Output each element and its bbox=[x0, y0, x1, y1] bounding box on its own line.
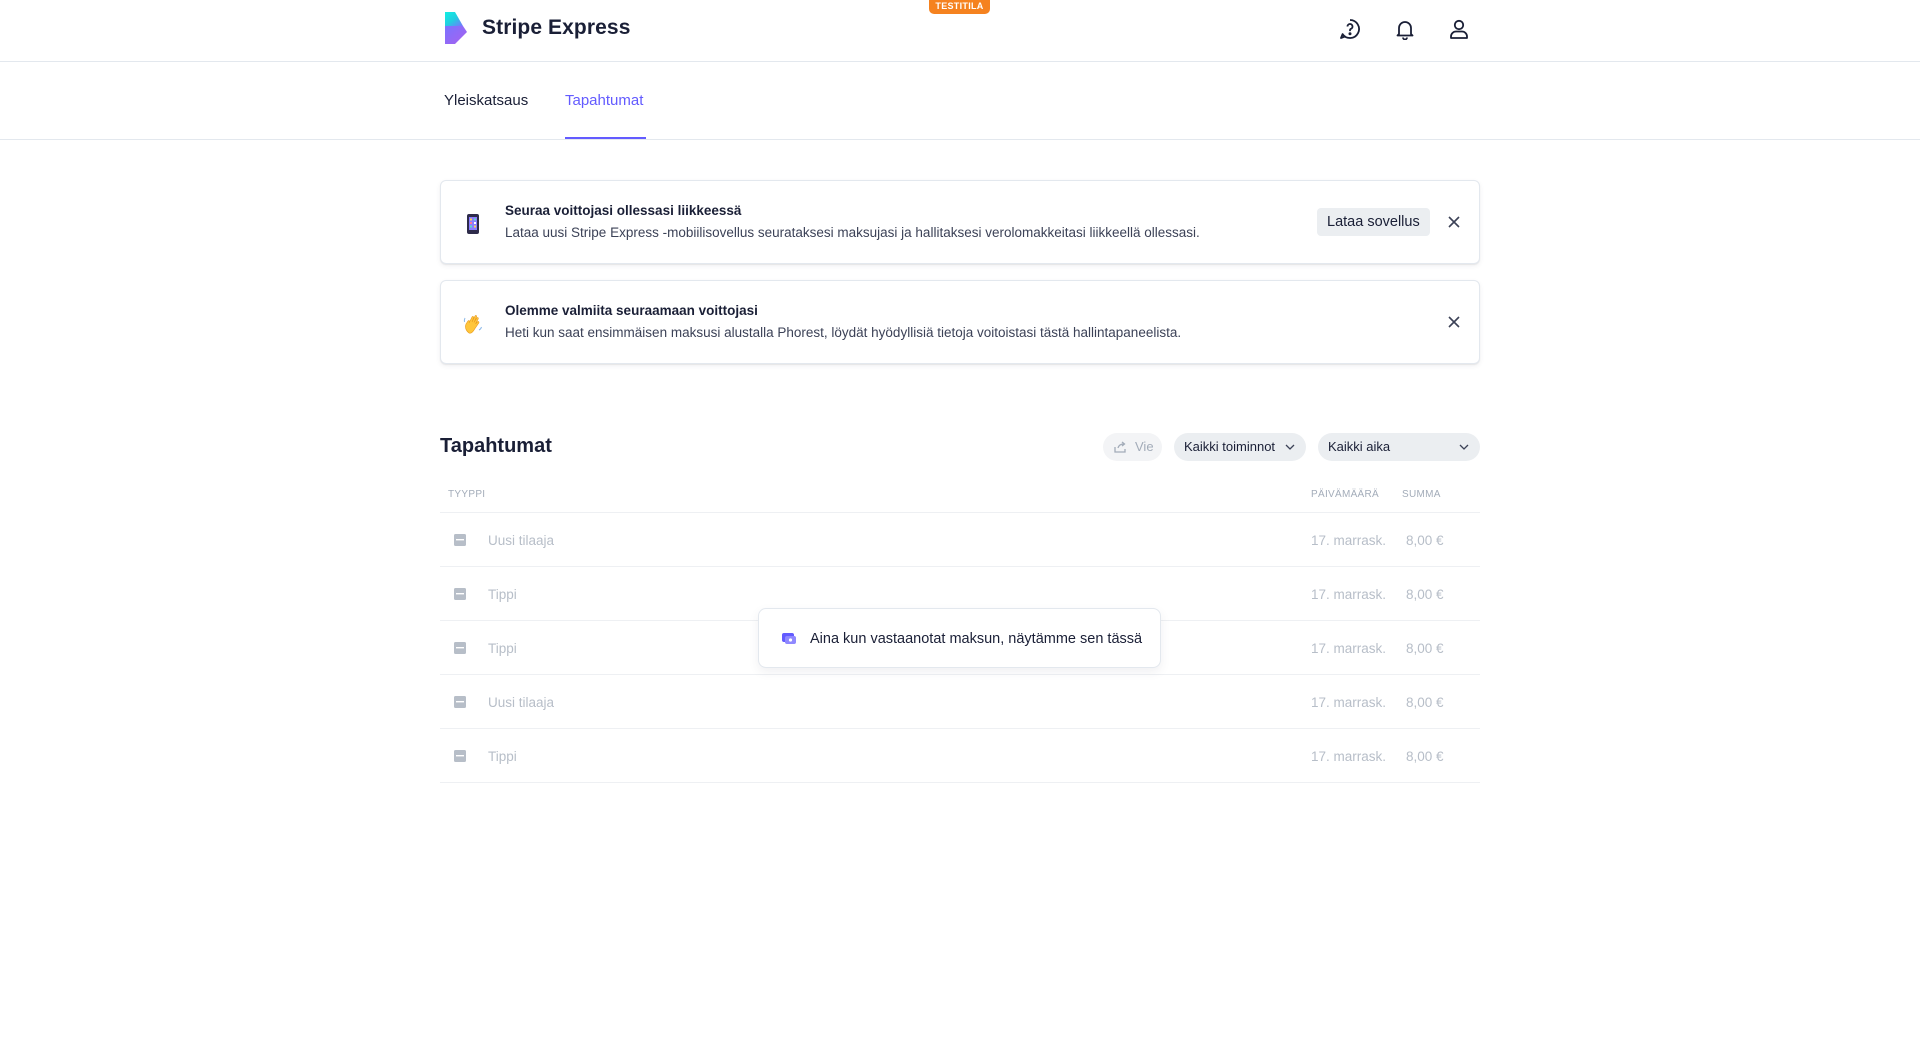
row-type: Tippi bbox=[488, 749, 517, 764]
mobile-app-banner: Seuraa voittojasi ollessasi liikkeessä L… bbox=[440, 180, 1480, 264]
chevron-down-icon bbox=[1285, 444, 1295, 450]
table-row[interactable]: Uusi tilaaja 17. marrask. 8,00 € bbox=[440, 674, 1480, 728]
store-icon bbox=[454, 588, 466, 600]
actions-filter-dropdown[interactable]: Kaikki toiminnot bbox=[1174, 433, 1306, 461]
tab-overview[interactable]: Yleiskatsaus bbox=[444, 92, 528, 109]
empty-state-text: Aina kun vastaanotat maksun, näytämme se… bbox=[810, 631, 1143, 647]
row-type: Uusi tilaaja bbox=[488, 533, 555, 548]
table-divider bbox=[440, 782, 1480, 783]
row-amount: 8,00 € bbox=[1406, 749, 1444, 764]
stripe-express-logo-icon[interactable] bbox=[443, 12, 469, 44]
test-mode-badge: TESTITILA bbox=[929, 0, 990, 14]
download-app-button[interactable]: Lataa sovellus bbox=[1317, 208, 1430, 236]
help-icon[interactable] bbox=[1335, 14, 1365, 44]
store-icon bbox=[454, 750, 466, 762]
column-header-type: TYYPPI bbox=[448, 489, 486, 500]
chevron-down-icon bbox=[1459, 444, 1469, 450]
phone-icon bbox=[467, 214, 479, 234]
waving-hand-icon bbox=[463, 315, 482, 334]
row-type: Tippi bbox=[488, 641, 517, 656]
row-date: 17. marrask. bbox=[1311, 695, 1387, 710]
export-icon bbox=[1114, 441, 1126, 453]
time-filter-dropdown[interactable]: Kaikki aika bbox=[1318, 433, 1480, 461]
store-icon bbox=[454, 696, 466, 708]
table-row[interactable]: Tippi 17. marrask. 8,00 € bbox=[440, 728, 1480, 782]
bell-icon[interactable] bbox=[1390, 14, 1420, 44]
tab-events[interactable]: Tapahtumat bbox=[565, 92, 643, 109]
banner-text: Heti kun saat ensimmäisen maksusi alusta… bbox=[505, 325, 1182, 340]
export-label: Vie bbox=[1135, 439, 1154, 454]
row-amount: 8,00 € bbox=[1406, 533, 1444, 548]
banner-title: Olemme valmiita seuraamaan voittojasi bbox=[505, 303, 758, 318]
row-date: 17. marrask. bbox=[1311, 533, 1387, 548]
store-icon bbox=[454, 534, 466, 546]
row-amount: 8,00 € bbox=[1406, 695, 1444, 710]
row-date: 17. marrask. bbox=[1311, 587, 1387, 602]
tab-bar: Yleiskatsaus Tapahtumat bbox=[0, 62, 1920, 140]
store-icon bbox=[454, 642, 466, 654]
banner-text: Lataa uusi Stripe Express -mobiilisovell… bbox=[505, 225, 1200, 240]
empty-state-message: Aina kun vastaanotat maksun, näytämme se… bbox=[758, 608, 1161, 668]
row-amount: 8,00 € bbox=[1406, 587, 1444, 602]
close-icon[interactable] bbox=[1444, 312, 1464, 332]
time-filter-value: Kaikki aika bbox=[1328, 439, 1391, 454]
table-row[interactable]: Uusi tilaaja 17. marrask. 8,00 € bbox=[440, 512, 1480, 566]
row-type: Tippi bbox=[488, 587, 517, 602]
active-tab-indicator bbox=[565, 137, 646, 139]
actions-filter-value: Kaikki toiminnot bbox=[1184, 439, 1276, 454]
user-icon[interactable] bbox=[1444, 14, 1474, 44]
row-type: Uusi tilaaja bbox=[488, 695, 555, 710]
events-heading: Tapahtumat bbox=[440, 435, 552, 457]
close-icon[interactable] bbox=[1444, 212, 1464, 232]
row-amount: 8,00 € bbox=[1406, 641, 1444, 656]
row-date: 17. marrask. bbox=[1311, 749, 1387, 764]
export-button[interactable]: Vie bbox=[1103, 433, 1162, 461]
column-header-date: PÄIVÄMÄÄRÄ bbox=[1311, 489, 1380, 500]
row-date: 17. marrask. bbox=[1311, 641, 1387, 656]
column-header-amount: SUMMA bbox=[1402, 489, 1441, 500]
payment-icon bbox=[782, 633, 796, 644]
banner-title: Seuraa voittojasi ollessasi liikkeessä bbox=[505, 203, 742, 218]
brand-name: Stripe Express bbox=[482, 16, 631, 39]
top-header: Stripe Express TESTITILA bbox=[0, 0, 1920, 62]
ready-to-track-banner: Olemme valmiita seuraamaan voittojasi He… bbox=[440, 280, 1480, 364]
